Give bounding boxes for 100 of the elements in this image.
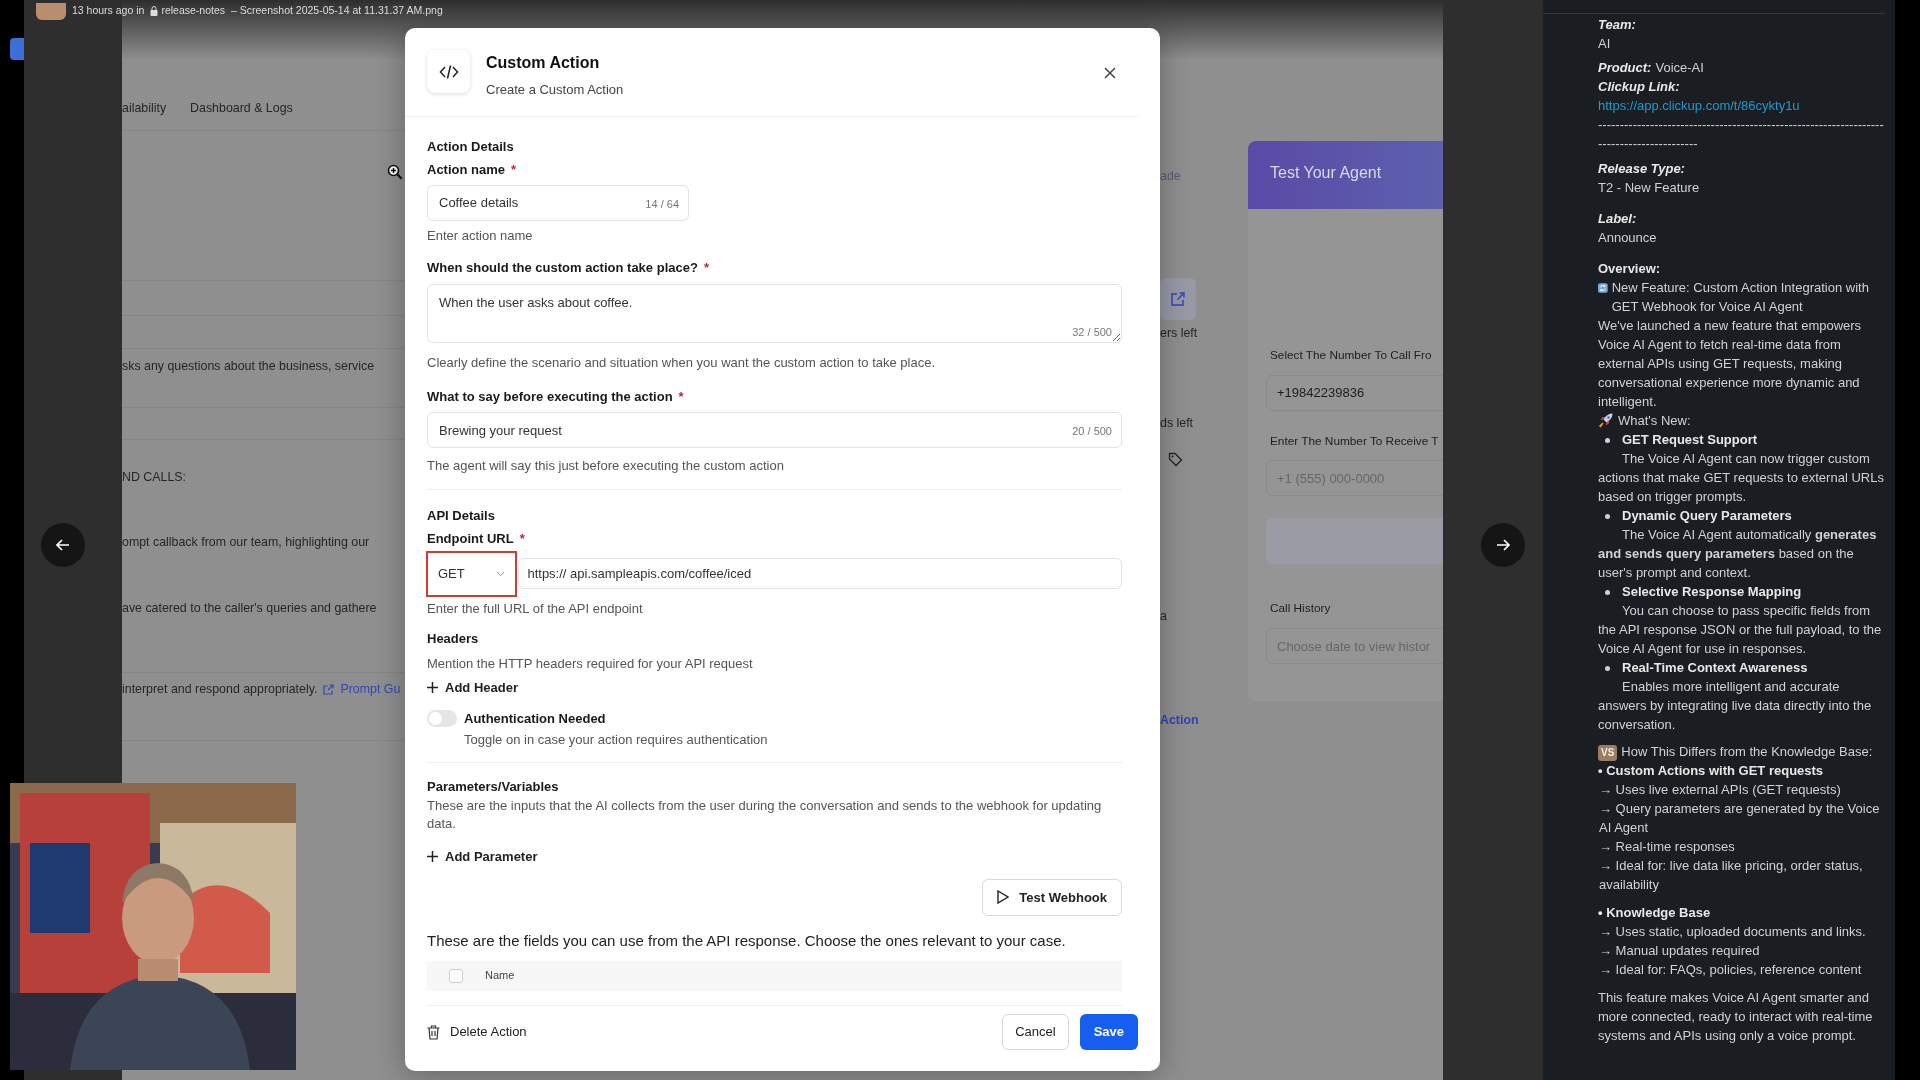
close-icon [1104, 66, 1116, 79]
modal-title: Custom Action [486, 53, 601, 73]
plus-icon [427, 682, 438, 694]
add-parameter-button[interactable]: Add Parameter [427, 847, 538, 867]
arrow-left-icon [56, 539, 70, 551]
column-header: Name [485, 968, 515, 984]
tag-icon [1168, 452, 1183, 467]
char-counter: 14 / 64 [645, 196, 679, 212]
comparison-point: → Uses live external APIs (GET requests) [1598, 781, 1842, 799]
channel-link[interactable]: release-notes [161, 3, 225, 19]
overview-headline: New Feature: Custom Action Integration with GET Webhook for Voice AI Agent [1611, 279, 1870, 316]
delete-button[interactable]: Delete Action [427, 1022, 527, 1042]
toggle-label: Authentication Needed [464, 709, 607, 728]
bullet-dot [1605, 514, 1610, 519]
bullet-dot [1605, 438, 1610, 443]
field-label: Call History [1270, 600, 1332, 618]
icon-button[interactable] [1160, 278, 1196, 320]
feature-text: You can choose to pass specific fields from the API response JSON or the full payload, to the Voice AI Agent for use in responses. [1598, 602, 1883, 658]
section-heading: Headers [427, 630, 480, 648]
field-label: What to say before executing the action [427, 387, 673, 406]
time-text: 13 hours ago in [72, 3, 145, 19]
comparison-title: • Custom Actions with GET requests [1598, 762, 1825, 780]
external-link-icon [1171, 292, 1185, 306]
file-name: – Screenshot 2025-05-14 at 11.31.37 AM.png [231, 3, 443, 19]
panel-header: Test Your Agent [1248, 141, 1443, 209]
section-heading: What's New: [1618, 412, 1691, 430]
section-heading: API Details [427, 506, 496, 525]
modal-subtitle: Create a Custom Action [486, 81, 624, 99]
save-button[interactable]: Save [1079, 1014, 1138, 1050]
counter-text: ers left [1160, 325, 1198, 342]
section-heading: Action Details [427, 137, 515, 156]
char-counter: 20 / 500 [1072, 424, 1112, 439]
page-text: interpret and respond appropriately. [122, 681, 318, 698]
section-heading: How This Differs from the Knowledge Base: [1621, 744, 1873, 759]
overview-text: We've launched a new feature that empowers Voice AI Agent to fetch real-time data from external APIs using GET requests, making conversational experience more dynamic and intelligent. [1598, 317, 1863, 411]
comparison-point: → Query parameters are generated by the Voice AI Agent [1598, 800, 1881, 837]
help-text: The agent will say this just before executing the custom action [427, 457, 785, 475]
comparison-point: → Uses static, uploaded documents and links. [1598, 923, 1867, 941]
feature-title: Selective Response Mapping [1622, 583, 1802, 601]
field-value: Announce [1598, 229, 1658, 247]
plus-icon [427, 851, 438, 863]
arrow-right-icon [1496, 539, 1510, 551]
page-tab[interactable]: Dashboard & Logs [190, 99, 293, 118]
comparison-title: • Knowledge Base [1598, 904, 1712, 922]
page-text: ND CALLS: [122, 469, 187, 486]
page-text: ave catered to the caller's queries and gathere [122, 600, 377, 617]
checkbox[interactable] [449, 968, 463, 983]
feature-text: The Voice AI Agent automatically generates and sends query parameters based on the user's prompt and context. [1598, 526, 1878, 582]
response-intro: These are the fields you can use from the API response. Choose the ones relevant to your case. [427, 931, 1067, 951]
lock-icon [150, 6, 159, 16]
toggle-switch[interactable] [427, 709, 457, 727]
comparison-point: → Real-time responses [1598, 838, 1736, 856]
closing-text: This feature makes Voice AI Agent smarter and more connected, ready to interact with real-time systems and APIs using only a voice prompt. [1598, 989, 1874, 1045]
feature-title: Dynamic Query Parameters [1622, 507, 1792, 525]
required-mark: * [519, 530, 525, 548]
help-text: These are the inputs that the AI collects from the user during the conversation and sends to the webhook for updating data. [427, 797, 1103, 833]
help-text: Enter action name [427, 226, 534, 245]
field-label: Clickup Link: [1598, 78, 1681, 96]
field-label: Action name [427, 161, 505, 179]
clickup-link[interactable]: https://app.clickup.com/t/86cykty1u [1598, 96, 1800, 115]
cancel-button[interactable]: Cancel [1002, 1014, 1069, 1050]
help-text: Enter the full URL of the API endpoint [427, 599, 644, 618]
trash-icon [427, 1024, 440, 1040]
help-text: Toggle on in case your action requires authentication [464, 731, 768, 749]
feature-text: Enables more intelligent and accurate answers by integrating live data directly into the conversation. [1598, 678, 1873, 734]
field-label: Release Type: [1598, 160, 1686, 178]
field-label: Label: [1598, 210, 1638, 228]
section-heading: Parameters/Variables [427, 777, 560, 796]
code-icon [438, 63, 459, 80]
dashed-rule-text: ----------------------------------------------------------------------------------------- [1598, 116, 1885, 153]
counter-text: ds left [1160, 415, 1194, 432]
chevron-down-icon [496, 570, 506, 577]
field-label: Select The Number To Call Fro [1270, 347, 1433, 364]
field-label: Enter The Number To Receive T [1270, 432, 1440, 450]
field-value: T2 - New Feature [1598, 179, 1701, 197]
page-tab[interactable]: ailability [122, 99, 167, 118]
field-value: Voice-AI [1655, 60, 1704, 75]
section-heading: Overview: [1598, 260, 1662, 278]
field-label: Endpoint URL [427, 530, 514, 548]
help-text: Clearly define the scenario and situation when you want the custom action to take place. [427, 354, 937, 372]
test-webhook-button[interactable]: Test Webhook [982, 878, 1122, 916]
rocket-icon [1598, 412, 1614, 428]
required-mark: * [511, 161, 517, 179]
page-text: a [1160, 608, 1167, 625]
play-icon [997, 890, 1010, 905]
vs-badge: VS [1598, 745, 1618, 761]
method-select[interactable]: GET [427, 551, 517, 596]
phone-field[interactable]: +19842239836 [1266, 374, 1443, 411]
comparison-point: → Ideal for: live data like pricing, order status, availability [1598, 857, 1864, 894]
url-field[interactable]: https:// api.sampleapis.com/coffee/iced [518, 557, 1122, 589]
char-counter: 32 / 500 [1072, 324, 1112, 340]
required-mark: * [703, 259, 709, 277]
help-text: Mention the HTTP headers required for your API request [427, 654, 754, 673]
page-text: ompt callback from our team, highlighting our [122, 534, 370, 551]
feature-text: The Voice AI Agent can now trigger custom actions that make GET requests to external URLs based on trigger prompts. [1598, 450, 1885, 506]
refresh-icon [1598, 280, 1608, 296]
add-header-button[interactable]: Add Header [427, 678, 518, 698]
app-icon[interactable] [10, 38, 24, 60]
feature-title: GET Request Support [1622, 431, 1758, 449]
field-label: Product: [1598, 60, 1652, 75]
